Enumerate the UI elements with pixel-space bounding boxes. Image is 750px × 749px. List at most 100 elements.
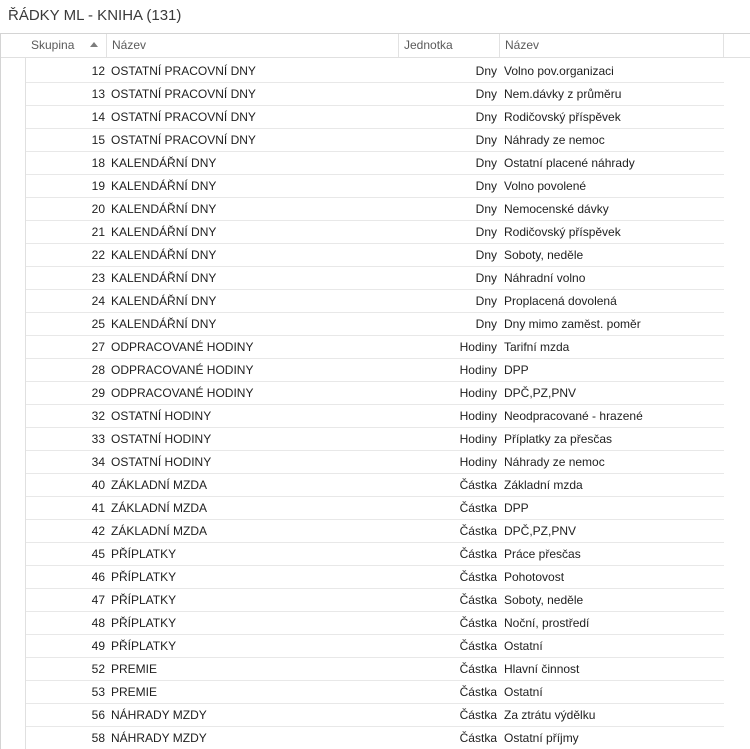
column-header-nazev-detail[interactable]: Název — [500, 34, 724, 57]
cell-nazev-detail[interactable]: Náhrady ze nemoc — [504, 451, 722, 473]
cell-nazev-detail[interactable]: Dny mimo zaměst. poměr — [504, 313, 722, 335]
cell-skupina[interactable]: 21 — [26, 221, 105, 243]
cell-nazev-detail[interactable]: Ostatní placené náhrady — [504, 152, 722, 174]
cell-skupina[interactable]: 23 — [26, 267, 105, 289]
cell-nazev[interactable]: OSTATNÍ PRACOVNÍ DNY — [111, 106, 396, 128]
cell-jednotka[interactable]: Hodiny — [398, 359, 497, 381]
table-row[interactable]: 24 KALENDÁŘNÍ DNY Dny Proplacená dovolená — [26, 290, 724, 313]
cell-nazev-detail[interactable]: DPP — [504, 359, 722, 381]
cell-jednotka[interactable]: Hodiny — [398, 451, 497, 473]
table-row[interactable]: 34 OSTATNÍ HODINY Hodiny Náhrady ze nemoc — [26, 451, 724, 474]
cell-jednotka[interactable]: Dny — [398, 290, 497, 312]
table-row[interactable]: 46 PŘÍPLATKY Částka Pohotovost — [26, 566, 724, 589]
cell-nazev[interactable]: ZÁKLADNÍ MZDA — [111, 497, 396, 519]
cell-skupina[interactable]: 56 — [26, 704, 105, 726]
cell-nazev-detail[interactable]: Volno pov.organizaci — [504, 60, 722, 82]
cell-jednotka[interactable]: Dny — [398, 267, 497, 289]
cell-nazev-detail[interactable]: Příplatky za přesčas — [504, 428, 722, 450]
cell-nazev[interactable]: PŘÍPLATKY — [111, 543, 396, 565]
cell-nazev[interactable]: ODPRACOVANÉ HODINY — [111, 382, 396, 404]
cell-nazev-detail[interactable]: Tarifní mzda — [504, 336, 722, 358]
table-row[interactable]: 13 OSTATNÍ PRACOVNÍ DNY Dny Nem.dávky z prů… — [26, 83, 724, 106]
cell-jednotka[interactable]: Částka — [398, 704, 497, 726]
table-row[interactable]: 27 ODPRACOVANÉ HODINY Hodiny Tarifní mzda — [26, 336, 724, 359]
cell-nazev-detail[interactable]: Nem.dávky z průměru — [504, 83, 722, 105]
cell-nazev[interactable]: KALENDÁŘNÍ DNY — [111, 221, 396, 243]
cell-nazev[interactable]: PŘÍPLATKY — [111, 635, 396, 657]
cell-nazev[interactable]: OSTATNÍ HODINY — [111, 428, 396, 450]
table-row[interactable]: 14 OSTATNÍ PRACOVNÍ DNY Dny Rodičovský přís… — [26, 106, 724, 129]
cell-nazev[interactable]: KALENDÁŘNÍ DNY — [111, 267, 396, 289]
cell-nazev[interactable]: PŘÍPLATKY — [111, 612, 396, 634]
cell-jednotka[interactable]: Hodiny — [398, 405, 497, 427]
cell-nazev[interactable]: KALENDÁŘNÍ DNY — [111, 198, 396, 220]
cell-jednotka[interactable]: Částka — [398, 543, 497, 565]
table-row[interactable]: 18 KALENDÁŘNÍ DNY Dny Ostatní placené náhra… — [26, 152, 724, 175]
column-header-skupina[interactable]: Skupina — [26, 34, 107, 57]
table-row[interactable]: 25 KALENDÁŘNÍ DNY Dny Dny mimo zaměst. pomě… — [26, 313, 724, 336]
cell-nazev-detail[interactable]: Pohotovost — [504, 566, 722, 588]
cell-skupina[interactable]: 18 — [26, 152, 105, 174]
cell-nazev-detail[interactable]: Hlavní činnost — [504, 658, 722, 680]
cell-nazev-detail[interactable]: Základní mzda — [504, 474, 722, 496]
cell-jednotka[interactable]: Dny — [398, 60, 497, 82]
table-row[interactable]: 41 ZÁKLADNÍ MZDA Částka DPP — [26, 497, 724, 520]
table-row[interactable]: 40 ZÁKLADNÍ MZDA Částka Základní mzda — [26, 474, 724, 497]
cell-skupina[interactable]: 40 — [26, 474, 105, 496]
cell-skupina[interactable]: 27 — [26, 336, 105, 358]
cell-jednotka[interactable]: Částka — [398, 658, 497, 680]
cell-skupina[interactable]: 22 — [26, 244, 105, 266]
cell-jednotka[interactable]: Dny — [398, 244, 497, 266]
cell-nazev[interactable]: OSTATNÍ PRACOVNÍ DNY — [111, 83, 396, 105]
cell-skupina[interactable]: 47 — [26, 589, 105, 611]
table-row[interactable]: 58 NÁHRADY MZDY Částka Ostatní příjmy — [26, 727, 724, 749]
cell-nazev-detail[interactable]: Práce přesčas — [504, 543, 722, 565]
cell-nazev-detail[interactable]: Náhradní volno — [504, 267, 722, 289]
cell-nazev[interactable]: NÁHRADY MZDY — [111, 727, 396, 749]
cell-skupina[interactable]: 12 — [26, 60, 105, 82]
table-row[interactable]: 49 PŘÍPLATKY Částka Ostatní — [26, 635, 724, 658]
cell-nazev[interactable]: ZÁKLADNÍ MZDA — [111, 520, 396, 542]
cell-nazev-detail[interactable]: Za ztrátu výdělku — [504, 704, 722, 726]
table-row[interactable]: 56 NÁHRADY MZDY Částka Za ztrátu výdělku — [26, 704, 724, 727]
cell-nazev[interactable]: PREMIE — [111, 658, 396, 680]
cell-jednotka[interactable]: Částka — [398, 681, 497, 703]
cell-nazev[interactable]: ZÁKLADNÍ MZDA — [111, 474, 396, 496]
cell-nazev-detail[interactable]: Nemocenské dávky — [504, 198, 722, 220]
cell-jednotka[interactable]: Hodiny — [398, 382, 497, 404]
table-row[interactable]: 42 ZÁKLADNÍ MZDA Částka DPČ,PZ,PNV — [26, 520, 724, 543]
cell-nazev[interactable]: OSTATNÍ HODINY — [111, 405, 396, 427]
table-row[interactable]: 12 OSTATNÍ PRACOVNÍ DNY Dny Volno pov.organ… — [26, 60, 724, 83]
cell-nazev[interactable]: NÁHRADY MZDY — [111, 704, 396, 726]
cell-jednotka[interactable]: Dny — [398, 198, 497, 220]
table-row[interactable]: 33 OSTATNÍ HODINY Hodiny Příplatky za přesč… — [26, 428, 724, 451]
cell-jednotka[interactable]: Částka — [398, 497, 497, 519]
table-row[interactable]: 19 KALENDÁŘNÍ DNY Dny Volno povolené — [26, 175, 724, 198]
cell-skupina[interactable]: 25 — [26, 313, 105, 335]
column-header-nazev[interactable]: Název — [107, 34, 399, 57]
cell-nazev-detail[interactable]: DPČ,PZ,PNV — [504, 382, 722, 404]
table-row[interactable]: 29 ODPRACOVANÉ HODINY Hodiny DPČ,PZ,PNV — [26, 382, 724, 405]
table-row[interactable]: 53 PREMIE Částka Ostatní — [26, 681, 724, 704]
cell-jednotka[interactable]: Částka — [398, 612, 497, 634]
cell-jednotka[interactable]: Částka — [398, 474, 497, 496]
cell-jednotka[interactable]: Částka — [398, 727, 497, 749]
cell-skupina[interactable]: 28 — [26, 359, 105, 381]
cell-jednotka[interactable]: Částka — [398, 566, 497, 588]
cell-skupina[interactable]: 41 — [26, 497, 105, 519]
cell-nazev-detail[interactable]: Rodičovský příspěvek — [504, 106, 722, 128]
cell-skupina[interactable]: 45 — [26, 543, 105, 565]
cell-nazev-detail[interactable]: Ostatní příjmy — [504, 727, 722, 749]
cell-nazev[interactable]: OSTATNÍ PRACOVNÍ DNY — [111, 129, 396, 151]
cell-jednotka[interactable]: Dny — [398, 175, 497, 197]
cell-nazev-detail[interactable]: Ostatní — [504, 635, 722, 657]
cell-skupina[interactable]: 46 — [26, 566, 105, 588]
cell-nazev[interactable]: KALENDÁŘNÍ DNY — [111, 290, 396, 312]
cell-nazev[interactable]: OSTATNÍ HODINY — [111, 451, 396, 473]
cell-nazev-detail[interactable]: Soboty, neděle — [504, 589, 722, 611]
cell-skupina[interactable]: 19 — [26, 175, 105, 197]
cell-nazev-detail[interactable]: DPČ,PZ,PNV — [504, 520, 722, 542]
cell-skupina[interactable]: 49 — [26, 635, 105, 657]
cell-nazev[interactable]: ODPRACOVANÉ HODINY — [111, 336, 396, 358]
cell-nazev[interactable]: KALENDÁŘNÍ DNY — [111, 313, 396, 335]
